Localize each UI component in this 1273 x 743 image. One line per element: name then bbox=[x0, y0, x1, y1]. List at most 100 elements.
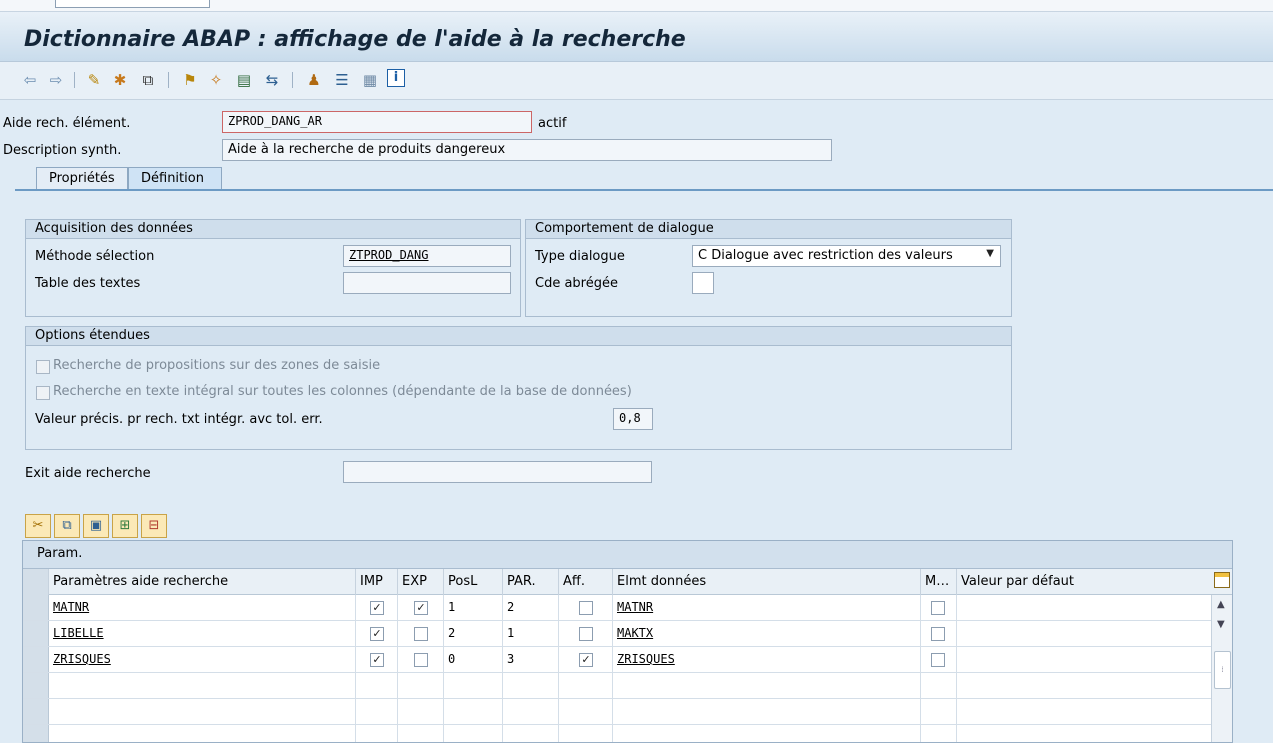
hot-key-field[interactable] bbox=[692, 272, 714, 294]
proposal-search-checkbox[interactable] bbox=[36, 360, 50, 374]
m-checkbox[interactable] bbox=[931, 653, 945, 667]
col-header-m[interactable]: M… bbox=[921, 569, 957, 595]
scroll-down-icon[interactable]: ▼ bbox=[1217, 619, 1225, 630]
param-cell[interactable] bbox=[49, 725, 356, 742]
dialog-type-select[interactable]: C Dialogue avec restriction des valeurs … bbox=[692, 245, 1001, 267]
default-cell[interactable] bbox=[957, 621, 1211, 647]
row-selector[interactable] bbox=[23, 647, 49, 672]
column-settings-icon[interactable] bbox=[1211, 569, 1232, 595]
par-cell[interactable] bbox=[503, 673, 559, 699]
elmt-cell[interactable] bbox=[613, 699, 921, 725]
imp-checkbox[interactable]: ✓ bbox=[370, 653, 384, 667]
col-header-par[interactable]: PAR. bbox=[503, 569, 559, 595]
m-checkbox[interactable] bbox=[931, 601, 945, 615]
search-help-field[interactable]: ZPROD_DANG_AR bbox=[222, 111, 532, 133]
param-cell[interactable]: ZRISQUES bbox=[49, 647, 356, 673]
param-cell[interactable] bbox=[49, 673, 356, 699]
back-arrow-icon[interactable]: ⇦ bbox=[20, 70, 40, 90]
par-cell[interactable] bbox=[503, 699, 559, 725]
accuracy-field[interactable]: 0,8 bbox=[613, 408, 653, 430]
row-selector[interactable] bbox=[23, 673, 49, 698]
col-header-param[interactable]: Paramètres aide recherche bbox=[49, 569, 356, 595]
fulltext-search-checkbox[interactable] bbox=[36, 386, 50, 400]
col-header-elmt[interactable]: Elmt données bbox=[613, 569, 921, 595]
row-selector[interactable] bbox=[23, 621, 49, 646]
col-header-posl[interactable]: PosL bbox=[444, 569, 503, 595]
table-row[interactable]: LIBELLE ✓ 2 1 MAKTX bbox=[23, 621, 1211, 647]
default-cell[interactable] bbox=[957, 647, 1211, 673]
param-cell[interactable] bbox=[49, 699, 356, 725]
table-row[interactable]: MATNR ✓ ✓ 1 2 MATNR bbox=[23, 595, 1211, 621]
param-cell[interactable]: LIBELLE bbox=[49, 621, 356, 647]
aff-checkbox[interactable] bbox=[579, 627, 593, 641]
row-selector[interactable] bbox=[23, 725, 49, 742]
table-row-empty[interactable] bbox=[23, 725, 1211, 742]
row-selector[interactable] bbox=[23, 699, 49, 724]
elmt-cell[interactable] bbox=[613, 725, 921, 742]
col-header-default[interactable]: Valeur par défaut bbox=[957, 569, 1211, 595]
col-header-imp[interactable]: IMP bbox=[356, 569, 398, 595]
other-object-icon[interactable]: ⧉ bbox=[138, 70, 158, 90]
display-change-icon[interactable]: ✎ bbox=[84, 70, 104, 90]
scroll-thumb[interactable]: ⁞ bbox=[1214, 651, 1231, 689]
exp-checkbox[interactable]: ✓ bbox=[414, 601, 428, 615]
short-desc-field[interactable]: Aide à la recherche de produits dangereu… bbox=[222, 139, 832, 161]
delete-row-icon[interactable]: ⊟ bbox=[141, 514, 167, 538]
where-used-icon[interactable]: ⚑ bbox=[180, 70, 200, 90]
elmt-cell[interactable]: ZRISQUES bbox=[613, 647, 921, 673]
copy-icon[interactable]: ⧉ bbox=[54, 514, 80, 538]
posl-cell[interactable] bbox=[444, 673, 503, 699]
par-cell[interactable] bbox=[503, 725, 559, 742]
table-row[interactable]: ZRISQUES ✓ 0 3 ✓ ZRISQUES bbox=[23, 647, 1211, 673]
command-field[interactable] bbox=[55, 0, 210, 8]
forward-arrow-icon[interactable]: ⇨ bbox=[46, 70, 66, 90]
table-scrollbar[interactable]: ▲ ▼ ⁞ bbox=[1211, 595, 1232, 742]
elmt-cell[interactable] bbox=[613, 673, 921, 699]
info-icon[interactable]: i bbox=[387, 69, 405, 87]
imp-checkbox[interactable]: ✓ bbox=[370, 627, 384, 641]
imp-checkbox[interactable]: ✓ bbox=[370, 601, 384, 615]
par-cell[interactable]: 2 bbox=[503, 595, 559, 621]
tab-properties[interactable]: Propriétés bbox=[36, 167, 128, 190]
scroll-up-icon[interactable]: ▲ bbox=[1217, 599, 1225, 610]
posl-cell[interactable]: 1 bbox=[444, 595, 503, 621]
navigation-icon[interactable]: ⇆ bbox=[262, 70, 282, 90]
table-row-empty[interactable] bbox=[23, 699, 1211, 725]
table-row-empty[interactable] bbox=[23, 673, 1211, 699]
posl-cell[interactable]: 2 bbox=[444, 621, 503, 647]
par-cell[interactable]: 3 bbox=[503, 647, 559, 673]
default-cell[interactable] bbox=[957, 725, 1211, 742]
posl-cell[interactable]: 0 bbox=[444, 647, 503, 673]
display-object-list-icon[interactable]: ▤ bbox=[234, 70, 254, 90]
aff-checkbox[interactable]: ✓ bbox=[579, 653, 593, 667]
default-cell[interactable] bbox=[957, 595, 1211, 621]
par-cell[interactable]: 1 bbox=[503, 621, 559, 647]
exit-field[interactable] bbox=[343, 461, 652, 483]
col-header-exp[interactable]: EXP bbox=[398, 569, 444, 595]
activate-icon[interactable]: ✱ bbox=[110, 70, 130, 90]
elmt-cell[interactable]: MAKTX bbox=[613, 621, 921, 647]
select-all-cell[interactable] bbox=[23, 569, 49, 595]
col-header-aff[interactable]: Aff. bbox=[559, 569, 613, 595]
documentation-icon[interactable]: ☰ bbox=[332, 70, 352, 90]
table-view-icon[interactable]: ▦ bbox=[360, 70, 380, 90]
default-cell[interactable] bbox=[957, 673, 1211, 699]
text-table-field[interactable] bbox=[343, 272, 511, 294]
aff-checkbox[interactable] bbox=[579, 601, 593, 615]
cut-icon[interactable]: ✂ bbox=[25, 514, 51, 538]
posl-cell[interactable] bbox=[444, 699, 503, 725]
row-selector[interactable] bbox=[23, 595, 49, 620]
object-list-icon[interactable]: ✧ bbox=[206, 70, 226, 90]
posl-cell[interactable] bbox=[444, 725, 503, 742]
paste-icon[interactable]: ▣ bbox=[83, 514, 109, 538]
elmt-cell[interactable]: MATNR bbox=[613, 595, 921, 621]
insert-row-icon[interactable]: ⊞ bbox=[112, 514, 138, 538]
hierarchy-icon[interactable]: ♟ bbox=[304, 70, 324, 90]
default-cell[interactable] bbox=[957, 699, 1211, 725]
tab-definition[interactable]: Définition bbox=[128, 167, 222, 190]
param-cell[interactable]: MATNR bbox=[49, 595, 356, 621]
exp-checkbox[interactable] bbox=[414, 653, 428, 667]
m-checkbox[interactable] bbox=[931, 627, 945, 641]
chevron-down-icon[interactable]: ▼ bbox=[986, 248, 994, 259]
exp-checkbox[interactable] bbox=[414, 627, 428, 641]
